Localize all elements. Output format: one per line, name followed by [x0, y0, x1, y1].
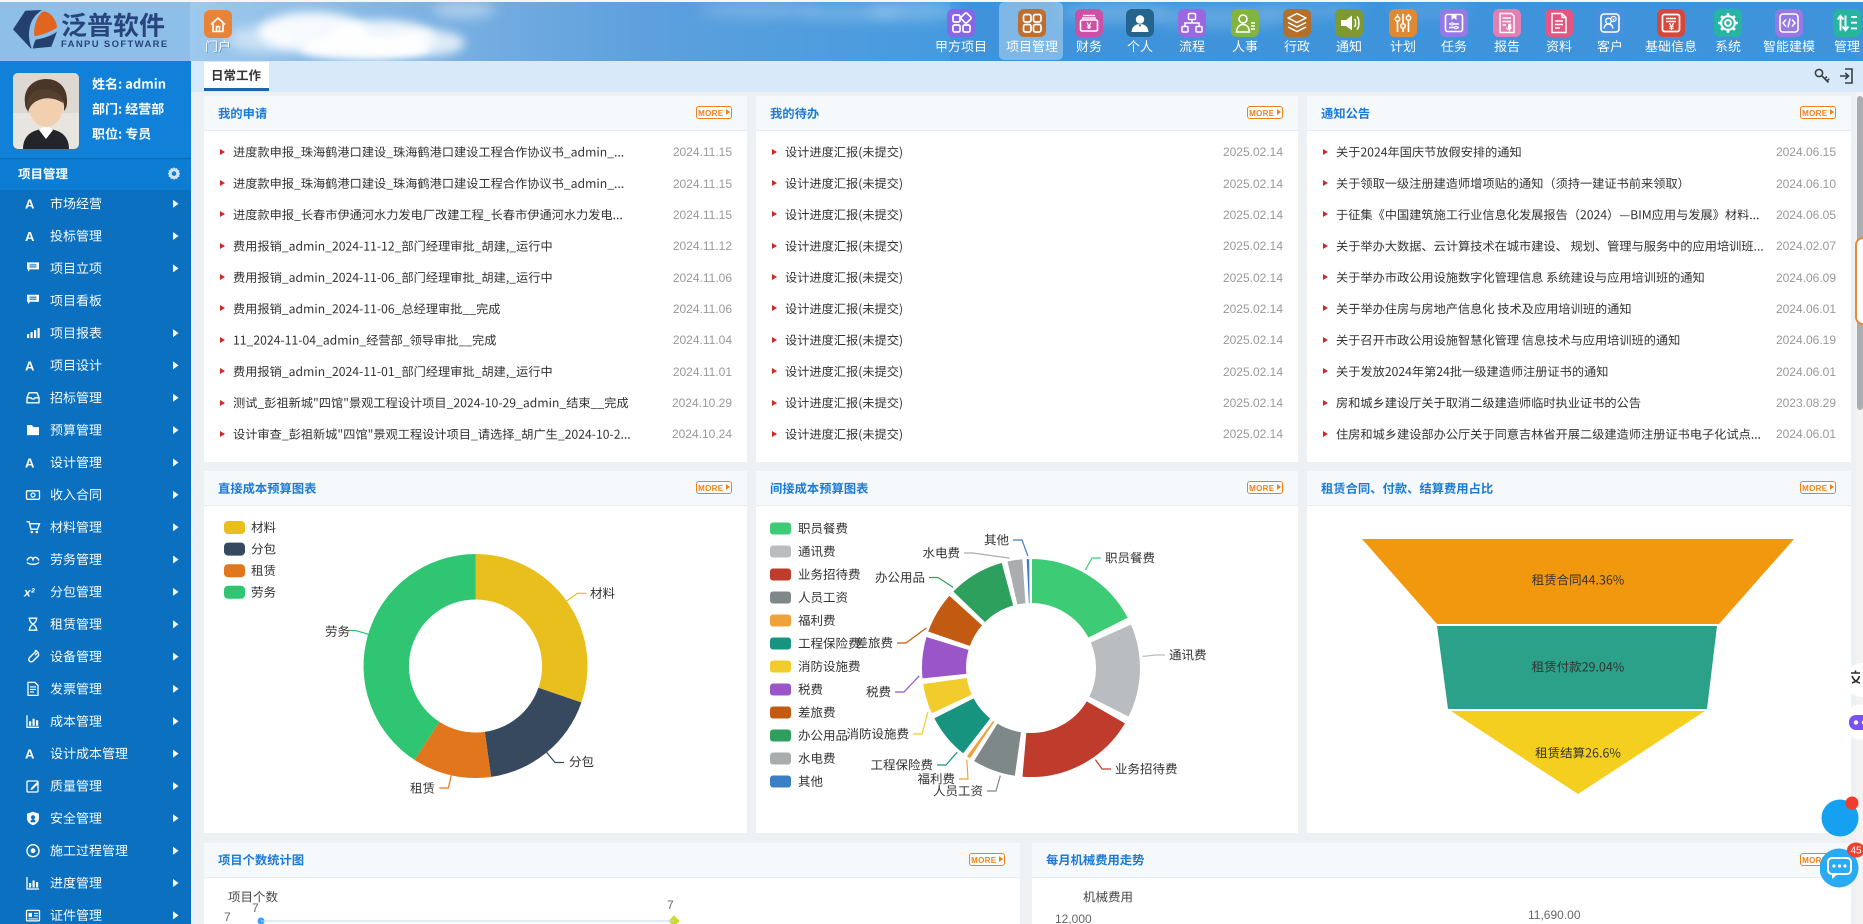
svg-text:A: A	[25, 229, 35, 244]
svg-text:A: A	[25, 456, 35, 471]
svg-text:A: A	[25, 747, 35, 762]
svg-text:¥: ¥	[1086, 21, 1091, 31]
svg-text:A: A	[25, 358, 35, 373]
svg-text:A: A	[25, 197, 35, 212]
svg-text:x²: x²	[23, 585, 36, 599]
svg-text:¥: ¥	[1669, 22, 1675, 33]
svg-text:45: 45	[1850, 846, 1862, 857]
